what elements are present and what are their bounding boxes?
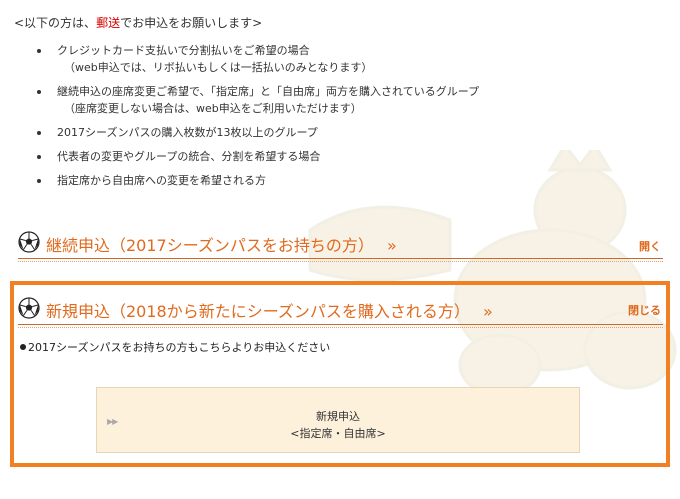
list-item-text: 指定席から自由席への変更を希望される方 <box>57 174 266 187</box>
list-item-text: 継続申込の座席変更ご希望で、「指定席」と「自由席」両方を購入されているグループ <box>57 85 480 98</box>
soccer-ball-icon <box>18 231 40 253</box>
renewal-title-text: 継続申込（2017シーズンパスをお持ちの方） <box>46 236 374 255</box>
list-item: 継続申込の座席変更ご希望で、「指定席」と「自由席」両方を購入されているグループ … <box>0 83 660 117</box>
intro-prefix: <以下の方は、 <box>14 16 97 30</box>
section-divider <box>18 324 663 328</box>
note-text: 2017シーズンパスをお持ちの方もこちらよりお申込ください <box>28 341 331 354</box>
new-section-title[interactable]: 新規申込（2018から新たにシーズンパスを購入される方） » <box>46 298 493 322</box>
list-item-text: 2017シーズンパスの購入枚数が13枚以上のグループ <box>57 126 318 139</box>
soccer-ball-icon <box>18 297 40 319</box>
mail-application-intro: <以下の方は、郵送でお申込をお願いします> <box>14 14 262 31</box>
list-item-subtext: （web申込では、リボ払いもしくは一括払いのみとなります） <box>64 61 373 74</box>
new-title-text: 新規申込（2018から新たにシーズンパスを購入される方） <box>46 302 470 321</box>
list-item: クレジットカード支払いで分割払いをご希望の場合 （web申込では、リボ払いもしく… <box>0 42 660 76</box>
list-item-subtext: （座席変更しない場合は、web申込をご利用いただけます） <box>64 102 362 115</box>
mail-conditions-list: クレジットカード支払いで分割払いをご希望の場合 （web申込では、リボ払いもしく… <box>0 42 660 196</box>
bullet-dot-icon <box>20 344 26 350</box>
list-item-text: クレジットカード支払いで分割払いをご希望の場合 <box>57 44 310 57</box>
renewal-open-toggle[interactable]: 開く <box>639 238 661 254</box>
new-application-button[interactable]: ▶▶ 新規申込 <指定席・自由席> <box>96 387 580 453</box>
button-label-seats: <指定席・自由席> <box>290 427 386 440</box>
section-divider <box>18 258 663 262</box>
chevron-right-icon: » <box>387 236 397 255</box>
list-item: 代表者の変更やグループの統合、分割を希望する場合 <box>0 148 660 165</box>
list-item: 2017シーズンパスの購入枚数が13枚以上のグループ <box>0 124 660 141</box>
intro-highlight-mail: 郵送 <box>96 16 121 30</box>
intro-suffix: でお申込をお願いします> <box>120 16 263 30</box>
list-item: 指定席から自由席への変更を希望される方 <box>0 172 660 189</box>
new-application-note: 2017シーズンパスをお持ちの方もこちらよりお申込ください <box>20 339 330 355</box>
chevron-right-icon: » <box>483 302 493 321</box>
list-item-text: 代表者の変更やグループの統合、分割を希望する場合 <box>57 150 321 163</box>
new-section-header[interactable]: 新規申込（2018から新たにシーズンパスを購入される方） » 閉じる <box>18 296 663 328</box>
new-close-toggle[interactable]: 閉じる <box>628 302 661 318</box>
renewal-section-title[interactable]: 継続申込（2017シーズンパスをお持ちの方） » <box>46 232 397 256</box>
button-label-main: 新規申込 <box>316 410 360 423</box>
renewal-section-header[interactable]: 継続申込（2017シーズンパスをお持ちの方） » 開く <box>18 230 663 262</box>
